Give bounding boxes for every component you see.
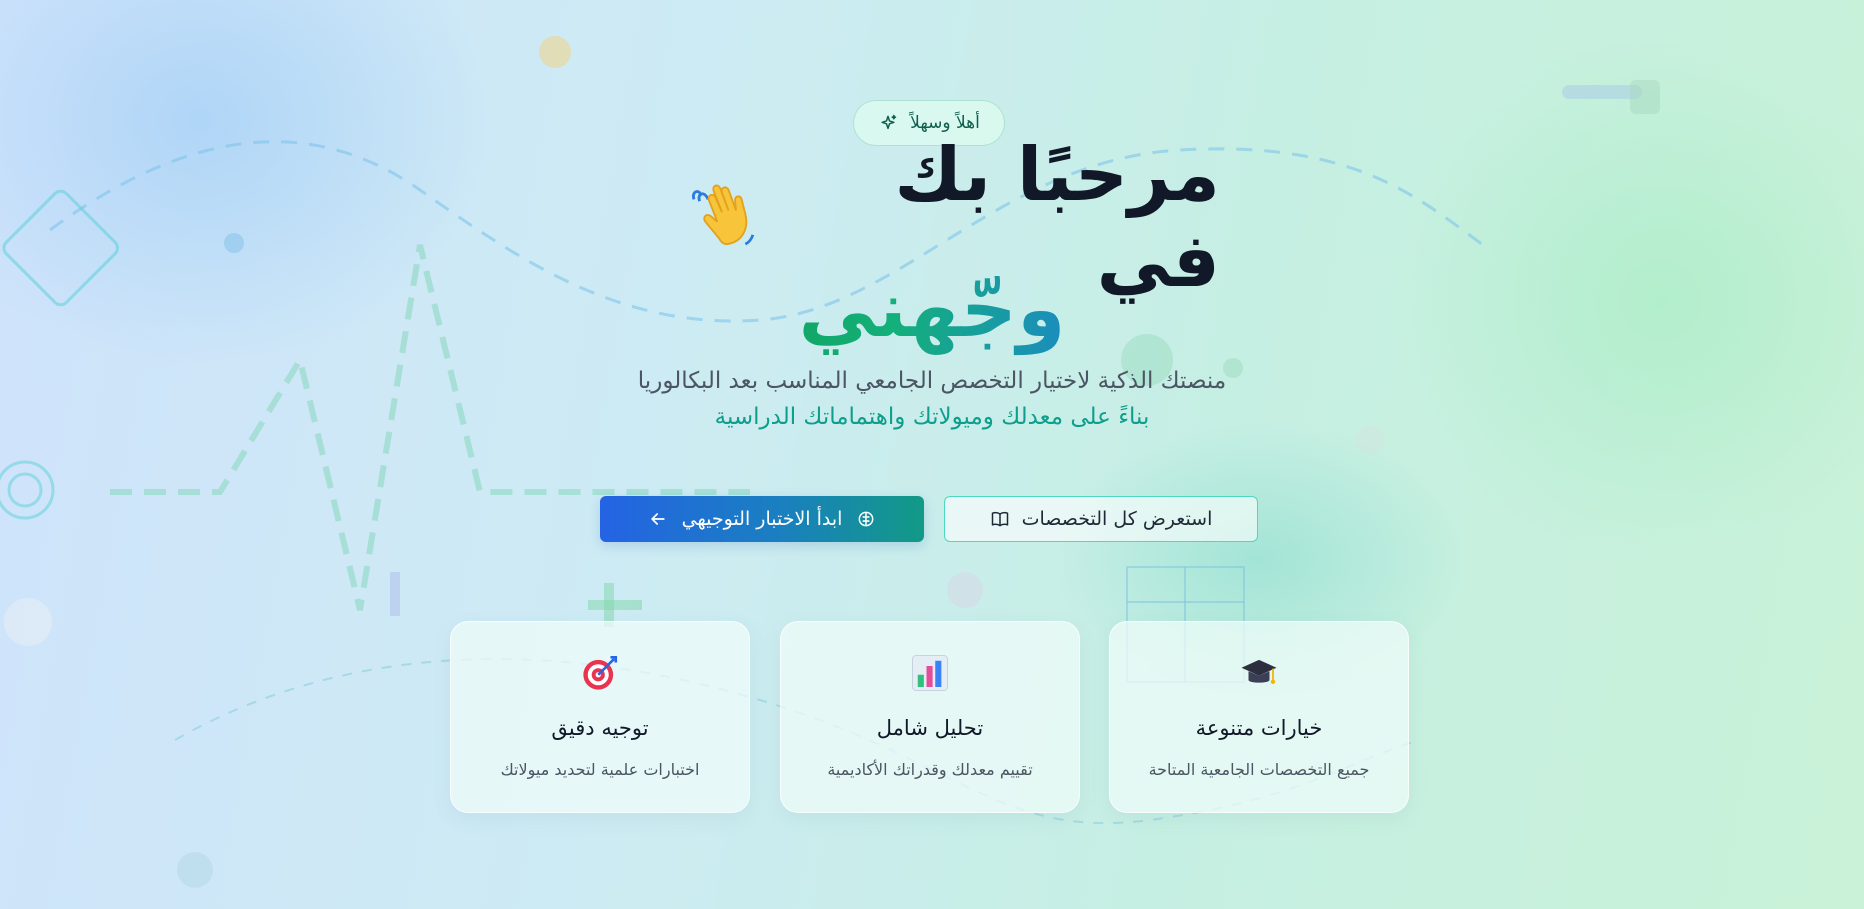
feature-title: خيارات متنوعة [1195,716,1323,740]
brand-name: وجّهني [732,260,1132,360]
feature-description: جميع التخصصات الجامعية المتاحة [1148,760,1370,779]
browse-majors-label: استعرض كل التخصصات [1021,508,1213,530]
feature-card-analysis: تحليل شامل تقييم معدلك وقدراتك الأكاديمي… [780,621,1080,813]
browse-majors-button[interactable]: استعرض كل التخصصات [944,496,1258,542]
hero-title: مرحبًا بك في [680,132,1221,304]
feature-card-guidance: توجيه دقيق اختبارات علمية لتحديد ميولاتك [450,621,750,813]
arrow-left-icon [650,513,665,525]
start-test-button[interactable]: ابدأ الاختبار التوجيهي [600,496,924,542]
start-test-label: ابدأ الاختبار التوجيهي [681,508,843,530]
feature-card-options: خيارات متنوعة جميع التخصصات الجامعية الم… [1109,621,1409,813]
feature-title: توجيه دقيق [551,716,649,740]
feature-description: تقييم معدلك وقدراتك الأكاديمية [827,760,1033,779]
sparkles-icon [881,114,897,130]
hero-subtitle-primary: منصتك الذكية لاختيار التخصص الجامعي المن… [637,368,1227,394]
feature-title: تحليل شامل [876,716,984,740]
feature-description: اختبارات علمية لتحديد ميولاتك [500,760,700,779]
book-open-icon [991,511,1008,527]
waving-hand-icon [692,184,755,246]
hero-subtitle-secondary: بناءً على معدلك وميولاتك واهتماماتك الدر… [714,404,1150,430]
bar-chart-icon [912,655,948,691]
brain-icon [859,511,874,527]
badge-label: أهلاً وسهلاً [910,113,980,133]
graduation-cap-icon [1241,659,1277,684]
target-icon [583,655,618,690]
